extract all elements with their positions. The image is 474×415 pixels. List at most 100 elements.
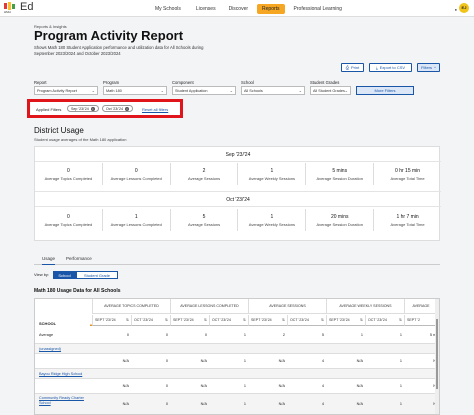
column-header-label: OCT '23/'24 — [290, 318, 309, 322]
stat-lessons: 1 Average Lessons Completed — [103, 209, 171, 231]
column-header[interactable]: OCT '23/'24 ⇅ — [209, 315, 248, 326]
stat-label: Average Total Time — [390, 222, 425, 227]
column-header[interactable]: OCT '23/'24 ⇅ — [131, 315, 170, 326]
table-row: Community Ready Charter School N/A 0 N/A… — [35, 394, 439, 414]
grades-select[interactable]: All Student Grades ⌄ — [310, 86, 351, 95]
nav-discover[interactable]: Discover — [224, 4, 253, 14]
export-csv-button[interactable]: ⤓ Export to CSV — [369, 63, 412, 72]
stat-sessions: 2 Average Sessions — [171, 163, 239, 185]
row-school-name: Average — [39, 333, 54, 337]
table-cell: N/A — [122, 359, 129, 363]
table-cell: 5 — [321, 333, 324, 337]
stat-value: 1 — [270, 168, 274, 174]
table-cell: 0 — [165, 384, 168, 388]
column-header[interactable]: OCT '23/'24 ⇅ — [365, 315, 404, 326]
stat-label: Average Topics Completed — [44, 222, 93, 227]
tab-usage[interactable]: Usage — [42, 256, 56, 265]
view-by-grade-button[interactable]: Student Grade — [76, 271, 118, 279]
table-cell: N/A — [122, 384, 129, 388]
table-cell: N/A — [356, 359, 363, 363]
stat-sessions: 5 Average Sessions — [171, 209, 239, 231]
print-button[interactable]: ⎙ Print — [341, 63, 364, 72]
table-cell: 1 — [243, 384, 246, 388]
column-header[interactable]: SEPT '23/'24 ⇅ — [248, 315, 287, 326]
table-cell: 1 — [399, 384, 402, 388]
grades-select-value: All Student Grades — [313, 88, 345, 93]
hmh-logo[interactable]: HMH — [4, 2, 18, 15]
nav-professional-learning[interactable]: Professional Learning — [289, 4, 347, 14]
stat-value: 0 hr 15 min — [395, 168, 421, 174]
component-filter-label: Component — [172, 80, 194, 85]
table-cell: N/A — [200, 384, 207, 388]
column-header[interactable]: SEPT '23/'24 ⇅ — [170, 315, 209, 326]
component-select[interactable]: Student Application ⌄ — [172, 86, 236, 95]
stat-label: Average Session Duration — [316, 176, 363, 181]
view-by-school-button[interactable]: School — [53, 271, 76, 279]
school-select[interactable]: All Schools ⌄ — [241, 86, 305, 95]
column-group-header: AVERAGE TOPICS COMPLETED — [92, 299, 170, 314]
stat-weekly-sessions: 1 Average Weekly Sessions — [238, 209, 307, 231]
sort-icon: ⇅ — [203, 318, 207, 322]
column-header[interactable]: SEPT '23/'24 ⇅ — [326, 315, 365, 326]
brand-name[interactable]: Ed — [20, 1, 33, 13]
user-avatar[interactable]: EJ — [459, 3, 469, 13]
filters-label: Filters — [421, 65, 432, 70]
nav-licenses[interactable]: Licenses — [191, 4, 221, 14]
stats-row: 0 Average Topics Completed 1 Average Lesso… — [35, 209, 441, 231]
chevron-up-icon: ^ — [434, 65, 436, 70]
stats-row: 0 Average Topics Completed 0 Average Lesso… — [35, 163, 441, 185]
stat-total-time: 1 hr 7 min Average Total Time — [374, 209, 441, 231]
reset-filters-link[interactable]: Reset all filters — [142, 107, 168, 112]
table-scrollbar[interactable] — [435, 299, 439, 414]
nav-reports[interactable]: Reports — [257, 3, 285, 14]
row-school-link[interactable]: Bayou Ridge High School — [39, 372, 82, 377]
table-cell: 1 — [399, 333, 402, 337]
table-title: Math 180 Usage Data for All Schools — [34, 288, 121, 294]
stat-value: 0 — [67, 214, 70, 220]
logo-bar-red — [4, 3, 7, 9]
column-header[interactable]: OCT '23/'24 ⇅ — [287, 315, 326, 326]
stat-label: Average Total Time — [390, 176, 425, 181]
table-row: N/A 0 N/A 1 N/A 4 N/A 1 N/ — [35, 379, 439, 394]
close-icon[interactable]: × — [90, 106, 95, 111]
school-column-header[interactable]: SCHOOL — [39, 321, 56, 326]
period-label: Sep '23/'24 — [225, 152, 251, 158]
filter-chip-sep[interactable]: Sep '23/'24 × — [67, 105, 99, 112]
report-select-value: Program Activity Report — [37, 88, 77, 93]
report-select[interactable]: Program Activity Report ⌄ — [34, 86, 98, 95]
table-cell: N/ — [404, 384, 437, 388]
page-title: Program Activity Report — [34, 28, 184, 43]
school-select-value: All Schools — [244, 88, 263, 93]
stat-value: 2 — [202, 168, 206, 174]
column-header-label: OCT '23/'24 — [134, 318, 153, 322]
stat-value: 5 — [202, 214, 206, 220]
stat-value: 5 mins — [332, 168, 348, 174]
stat-label: Average Sessions — [187, 176, 221, 181]
table-cell: 1 — [243, 359, 246, 363]
sort-icon: ⇅ — [320, 318, 324, 322]
column-group-header: AVERAGE — [404, 299, 437, 314]
tab-performance[interactable]: Performance — [66, 256, 92, 265]
row-school-link[interactable]: Community Ready Charter School — [39, 396, 84, 406]
scrollbar-thumb[interactable] — [436, 319, 438, 389]
program-filter-label: Program — [103, 80, 120, 85]
program-select[interactable]: Math 180 ⌄ — [103, 86, 167, 95]
filters-button[interactable]: Filters ^ — [417, 63, 440, 72]
period-label: Oct '23/'24 — [226, 197, 250, 203]
column-group-header: AVERAGE SESSIONS — [248, 299, 326, 314]
row-school-link[interactable]: (unassigned) — [39, 347, 61, 352]
more-filters-button[interactable]: More Filters — [356, 86, 414, 95]
column-header[interactable]: SEPT '23/'24 ⇅ — [92, 315, 131, 326]
table-cell: N/ — [404, 359, 437, 363]
close-icon[interactable]: × — [124, 106, 129, 111]
nav-my-schools[interactable]: My Schools — [150, 4, 186, 14]
column-header[interactable]: SEPT '2 — [404, 315, 437, 326]
table-cell: N/A — [200, 359, 207, 363]
filter-chip-oct[interactable]: Oct '23/'24 × — [102, 105, 133, 112]
table-cell: 1 — [243, 333, 246, 337]
sort-icon: ⇅ — [242, 318, 246, 322]
table-cell: 0 — [165, 333, 168, 337]
report-filter-label: Report — [34, 80, 47, 85]
stat-weekly-sessions: 1 Average Weekly Sessions — [238, 163, 307, 185]
logo-text: HMH — [4, 10, 11, 14]
